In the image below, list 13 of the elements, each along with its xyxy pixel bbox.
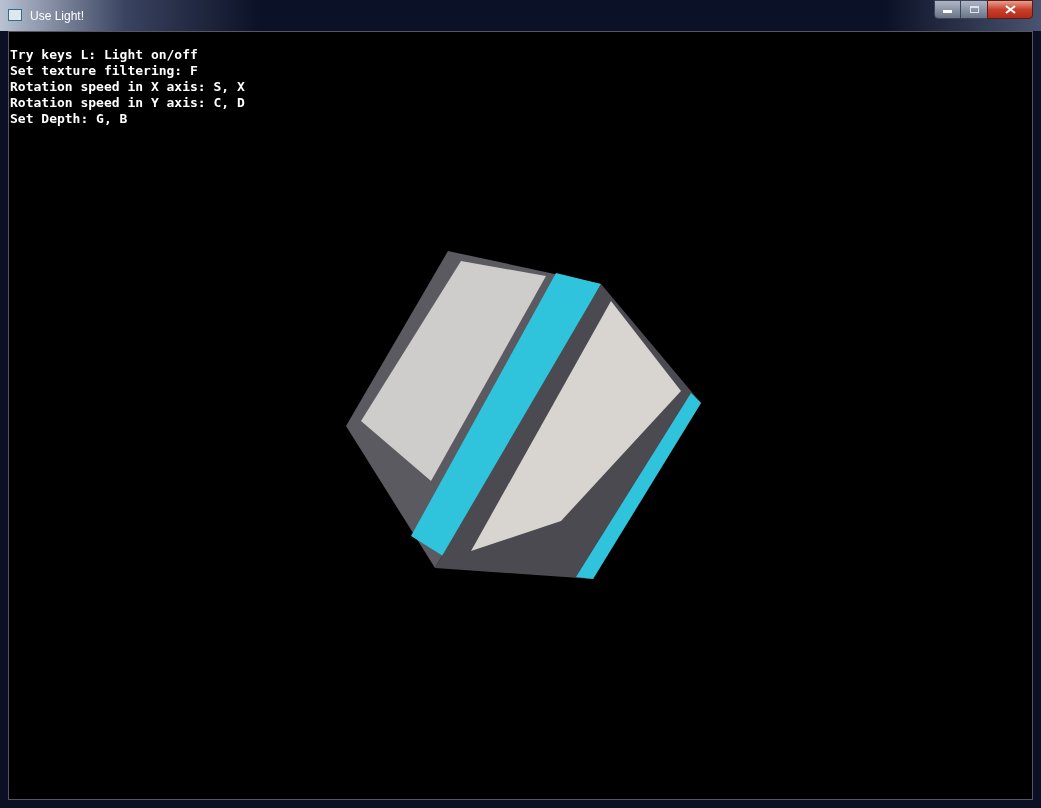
help-text: Set Depth: G, B <box>10 111 129 127</box>
close-button[interactable] <box>987 0 1033 19</box>
app-icon <box>8 9 22 21</box>
maximize-button[interactable] <box>961 0 987 19</box>
window-title: Use Light! <box>30 8 85 25</box>
help-text: Rotation speed in Y axis: C, D <box>10 95 246 111</box>
maximize-icon <box>969 6 979 13</box>
help-text: Set texture filtering: F <box>10 63 199 79</box>
close-icon <box>1004 5 1016 14</box>
help-text: Rotation speed in X axis: S, X <box>10 79 246 95</box>
minimize-icon <box>943 10 952 13</box>
help-text: Try keys L: Light on/off <box>10 47 199 63</box>
minimize-button[interactable] <box>934 0 961 19</box>
